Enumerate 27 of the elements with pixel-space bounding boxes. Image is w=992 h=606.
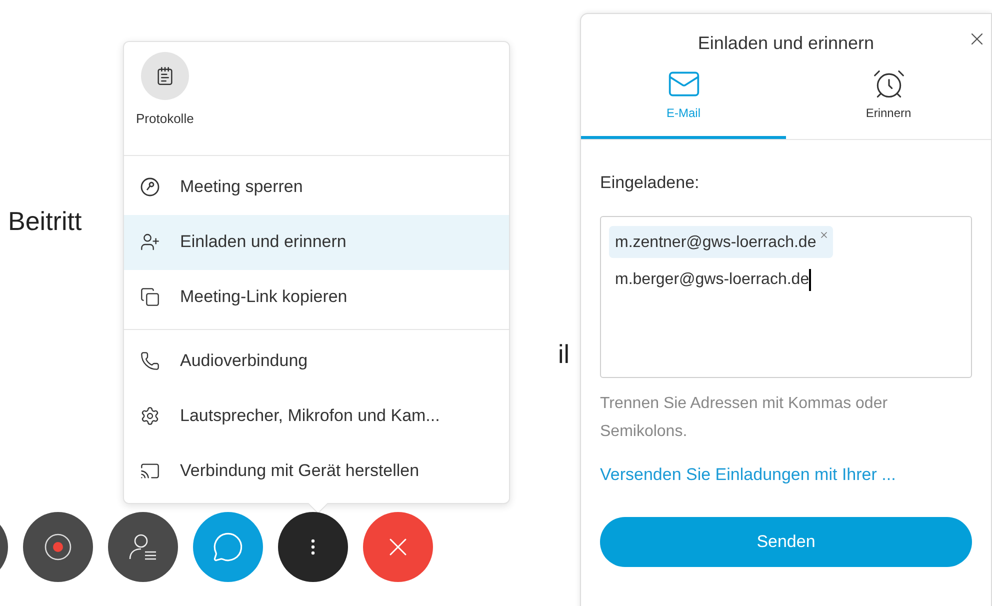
menu-item[interactable]: Verbindung mit Gerät herstellen (124, 444, 509, 498)
more-icon (311, 539, 315, 555)
remove-icon (819, 230, 830, 240)
participants-icon (128, 532, 158, 562)
invitees-field[interactable]: m.zentner@gws-loerrach.de m.berger@gws-loerrach.de (600, 216, 972, 378)
menu-item[interactable]: Audioverbindung (124, 334, 509, 388)
menu-item[interactable]: Meeting-Link kopieren (124, 270, 509, 324)
phone-icon (140, 351, 160, 371)
user-plus-icon (140, 232, 160, 252)
panel-title: Einladen und erinnern (698, 32, 874, 55)
background-text: Beitritt (8, 205, 82, 238)
menu-item[interactable]: Lautsprecher, Mikrofon und Kam... (124, 388, 509, 444)
key-circle-icon (140, 177, 160, 197)
background-text: il (558, 338, 570, 371)
menu-item[interactable]: Einladen und erinnern (124, 214, 509, 270)
email-chip[interactable]: m.zentner@gws-loerrach.de (609, 226, 834, 258)
tab[interactable]: Erinnern (786, 65, 991, 139)
settings-icon (140, 406, 160, 426)
cast-icon (140, 461, 160, 481)
record-icon (44, 533, 72, 561)
invitees-label: Eingeladene: (600, 172, 700, 194)
email-input[interactable]: m.berger@gws-loerrach.de (615, 268, 810, 292)
notes-icon (154, 66, 175, 86)
copy-icon (140, 287, 160, 307)
menu-item[interactable]: Meeting sperren (124, 160, 509, 214)
chat-icon (212, 531, 244, 563)
hint-text: Trennen Sie Adressen mit Kommas oder Semikolons. (600, 394, 889, 442)
